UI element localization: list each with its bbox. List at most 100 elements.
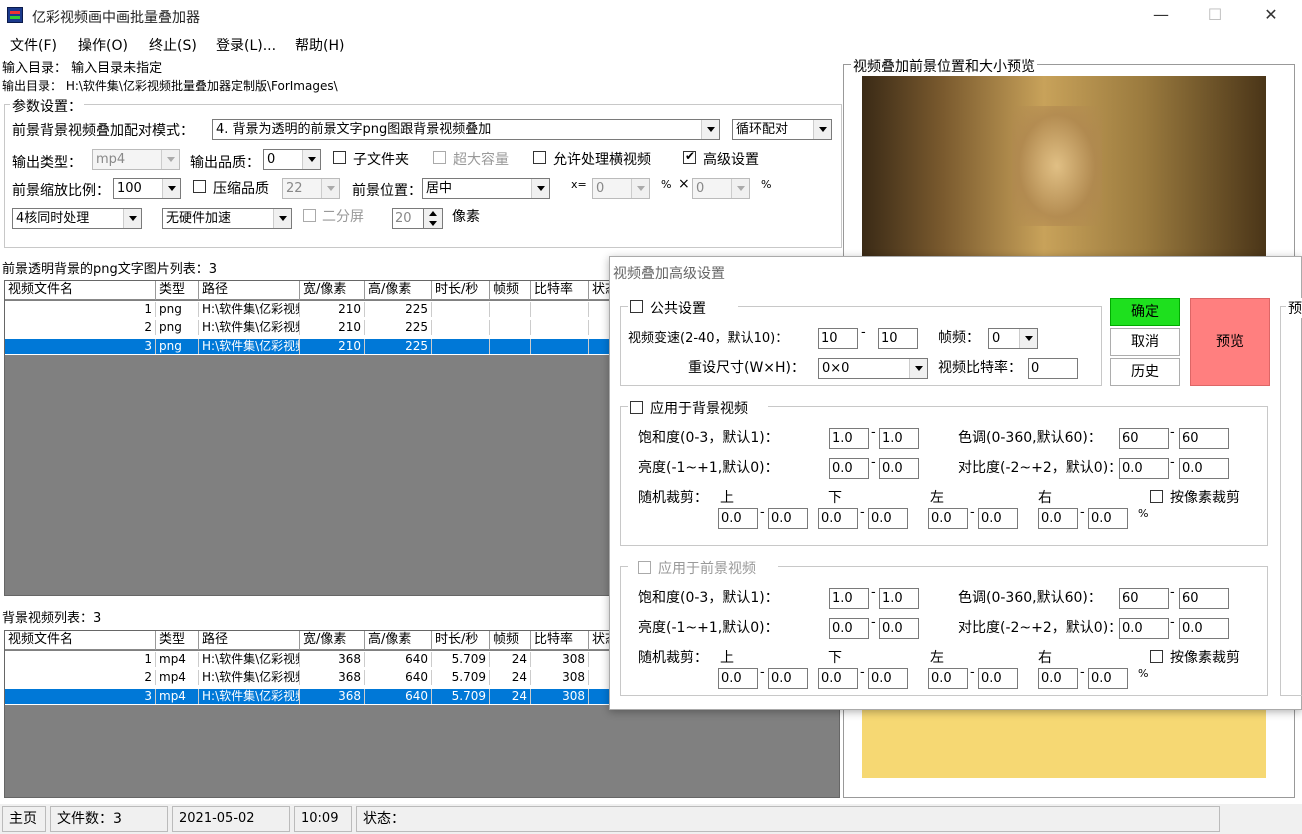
speed-max-input[interactable]: 10 (878, 328, 918, 349)
mode-select[interactable]: 4. 背景为透明的前景文字png图跟背景视频叠加 (212, 119, 720, 140)
chevron-down-icon (909, 359, 927, 378)
crop-input[interactable]: 0.0 (868, 508, 908, 529)
fg-crop-input[interactable]: 0.0 (768, 668, 808, 689)
hue-max-input[interactable]: 60 (1179, 428, 1229, 449)
pos-value: 居中 (426, 181, 453, 196)
crop-input[interactable]: 0.0 (1088, 508, 1128, 529)
minimize-button[interactable]: — (1138, 4, 1184, 28)
common-checkbox[interactable] (630, 300, 643, 313)
maximize-button[interactable]: ☐ (1192, 4, 1238, 28)
hue-min-input[interactable]: 60 (1119, 428, 1169, 449)
chevron-down-icon (1019, 329, 1037, 348)
history-button[interactable]: 历史 (1110, 358, 1180, 386)
col-type[interactable]: 类型 (156, 281, 199, 300)
large-checkbox[interactable] (433, 151, 446, 164)
fg-sat-min-input[interactable]: 1.0 (829, 588, 869, 609)
compress-select[interactable]: 22 (282, 178, 340, 199)
ok-button[interactable]: 确定 (1110, 298, 1180, 326)
crop-input[interactable]: 0.0 (978, 508, 1018, 529)
col-path[interactable]: 路径 (199, 281, 300, 300)
col-width[interactable]: 宽/像素 (300, 631, 365, 650)
col-height[interactable]: 高/像素 (365, 281, 432, 300)
scale-select[interactable]: 100 (113, 178, 181, 199)
crop-input[interactable]: 0.0 (928, 508, 968, 529)
bg-pixel-crop-checkbox[interactable] (1150, 490, 1163, 503)
y-select[interactable]: 0 (692, 178, 750, 199)
px-input[interactable]: 20 (392, 208, 424, 229)
fg-con-min-input[interactable]: 0.0 (1119, 618, 1169, 639)
col-width[interactable]: 宽/像素 (300, 281, 365, 300)
hw-select[interactable]: 无硬件加速 (162, 208, 292, 229)
advanced-checkbox[interactable] (683, 149, 696, 164)
x-select[interactable]: 0 (592, 178, 650, 199)
col-name[interactable]: 视频文件名 (5, 631, 156, 650)
con-min-input[interactable]: 0.0 (1119, 458, 1169, 479)
cell: 368 (300, 652, 365, 667)
cores-select[interactable]: 4核同时处理 (12, 208, 142, 229)
resize-select[interactable]: 0×0 (818, 358, 928, 379)
fg-bri-max-input[interactable]: 0.0 (879, 618, 919, 639)
fg-pixel-crop-checkbox[interactable] (1150, 650, 1163, 663)
loop-select[interactable]: 循环配对 (732, 119, 832, 140)
sat-min-input[interactable]: 1.0 (829, 428, 869, 449)
cell: 308 (531, 652, 589, 667)
crop-input[interactable]: 0.0 (1038, 508, 1078, 529)
cancel-button[interactable]: 取消 (1110, 328, 1180, 356)
fg-crop-input[interactable]: 0.0 (818, 668, 858, 689)
bitrate-input[interactable]: 0 (1028, 358, 1078, 379)
preview-button[interactable]: 预览 (1190, 298, 1270, 386)
col-bitrate[interactable]: 比特率 (531, 631, 589, 650)
cell: 308 (531, 670, 589, 685)
fg-bri-min-input[interactable]: 0.0 (829, 618, 869, 639)
fg-crop-input[interactable]: 0.0 (1088, 668, 1128, 689)
fg-crop-left-label: 左 (930, 650, 944, 666)
col-type[interactable]: 类型 (156, 631, 199, 650)
out-type-select[interactable]: mp4 (92, 149, 180, 170)
split-checkbox[interactable] (303, 209, 316, 222)
horizontal-checkbox[interactable] (533, 151, 546, 164)
speed-min-input[interactable]: 10 (818, 328, 858, 349)
fg-sat-max-input[interactable]: 1.0 (879, 588, 919, 609)
cell: 640 (365, 670, 432, 685)
col-height[interactable]: 高/像素 (365, 631, 432, 650)
status-home: 主页 (2, 806, 46, 832)
col-path[interactable]: 路径 (199, 631, 300, 650)
sat-max-input[interactable]: 1.0 (879, 428, 919, 449)
close-button[interactable]: ✕ (1248, 4, 1294, 28)
col-duration[interactable]: 时长/秒 (432, 631, 490, 650)
con-max-input[interactable]: 0.0 (1179, 458, 1229, 479)
quality-select[interactable]: 0 (263, 149, 321, 170)
col-fps[interactable]: 帧频 (490, 281, 531, 300)
fg-hue-max-input[interactable]: 60 (1179, 588, 1229, 609)
col-duration[interactable]: 时长/秒 (432, 281, 490, 300)
menu-file[interactable]: 文件(F) (10, 35, 57, 55)
fg-crop-input[interactable]: 0.0 (718, 668, 758, 689)
menu-stop[interactable]: 终止(S) (149, 35, 197, 55)
bri-min-input[interactable]: 0.0 (829, 458, 869, 479)
col-fps[interactable]: 帧频 (490, 631, 531, 650)
subfolder-checkbox[interactable] (333, 151, 346, 164)
fg-crop-input[interactable]: 0.0 (868, 668, 908, 689)
crop-input[interactable]: 0.0 (768, 508, 808, 529)
crop-input[interactable]: 0.0 (818, 508, 858, 529)
fg-crop-input[interactable]: 0.0 (1038, 668, 1078, 689)
compress-checkbox[interactable] (193, 180, 206, 193)
menu-login[interactable]: 登录(L)... (216, 35, 276, 55)
fg-crop-input[interactable]: 0.0 (978, 668, 1018, 689)
fg-con-max-input[interactable]: 0.0 (1179, 618, 1229, 639)
fg-crop-input[interactable]: 0.0 (928, 668, 968, 689)
px-spinner[interactable] (423, 208, 443, 229)
cell: 24 (490, 652, 531, 667)
crop-input[interactable]: 0.0 (718, 508, 758, 529)
menu-help[interactable]: 帮助(H) (295, 35, 344, 55)
menu-operate[interactable]: 操作(O) (78, 35, 128, 55)
pos-select[interactable]: 居中 (422, 178, 550, 199)
bg-video-checkbox[interactable] (630, 401, 643, 414)
col-name[interactable]: 视频文件名 (5, 281, 156, 300)
fps-select[interactable]: 0 (988, 328, 1038, 349)
cell: mp4 (156, 652, 199, 667)
fg-hue-min-input[interactable]: 60 (1119, 588, 1169, 609)
fg-video-checkbox[interactable] (638, 561, 651, 574)
bri-max-input[interactable]: 0.0 (879, 458, 919, 479)
col-bitrate[interactable]: 比特率 (531, 281, 589, 300)
